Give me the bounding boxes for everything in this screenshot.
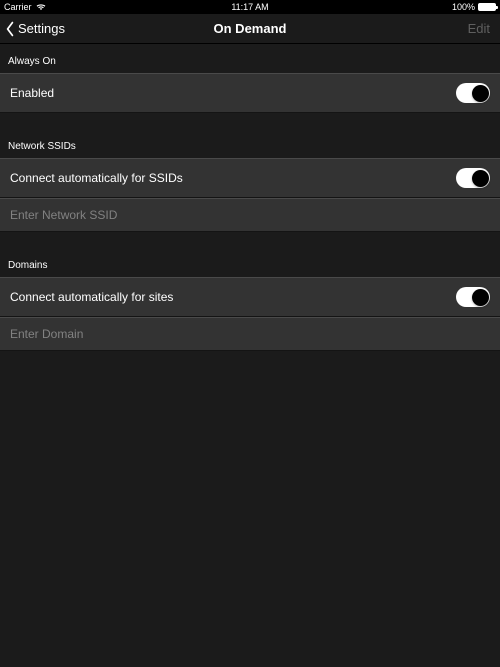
- row-domain-input[interactable]: [0, 317, 500, 351]
- enabled-label: Enabled: [10, 86, 54, 100]
- domain-toggle-label: Connect automatically for sites: [10, 290, 173, 304]
- switch-domain[interactable]: [456, 287, 490, 307]
- back-button[interactable]: Settings: [0, 21, 65, 37]
- status-left: Carrier: [4, 2, 46, 12]
- domain-input[interactable]: [10, 327, 490, 341]
- ssid-toggle-label: Connect automatically for SSIDs: [10, 171, 183, 185]
- status-bar: Carrier 11:17 AM 100%: [0, 0, 500, 14]
- status-time: 11:17 AM: [231, 2, 268, 12]
- switch-enabled[interactable]: [456, 83, 490, 103]
- back-label: Settings: [18, 21, 65, 36]
- section-header-ssids: Network SSIDs: [0, 129, 500, 158]
- status-right: 100%: [452, 2, 496, 12]
- section-header-always-on: Always On: [0, 44, 500, 73]
- row-domain-toggle[interactable]: Connect automatically for sites: [0, 277, 500, 317]
- wifi-icon: [36, 3, 46, 11]
- section-header-domains: Domains: [0, 248, 500, 277]
- carrier-label: Carrier: [4, 2, 32, 12]
- content: Always On Enabled Network SSIDs Connect …: [0, 44, 500, 351]
- nav-bar: Settings On Demand Edit: [0, 14, 500, 44]
- edit-button[interactable]: Edit: [468, 21, 490, 36]
- chevron-left-icon: [4, 21, 16, 37]
- battery-percent-label: 100%: [452, 2, 475, 12]
- ssid-input[interactable]: [10, 208, 490, 222]
- switch-ssid[interactable]: [456, 168, 490, 188]
- row-ssid-input[interactable]: [0, 198, 500, 232]
- battery-icon: [478, 3, 496, 11]
- row-enabled[interactable]: Enabled: [0, 73, 500, 113]
- page-title: On Demand: [214, 21, 287, 36]
- row-ssid-toggle[interactable]: Connect automatically for SSIDs: [0, 158, 500, 198]
